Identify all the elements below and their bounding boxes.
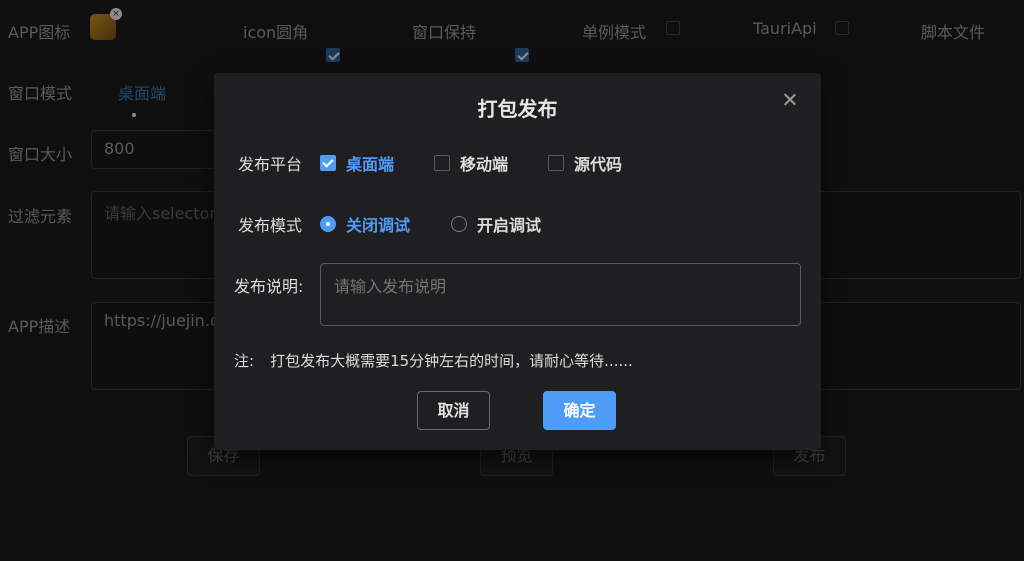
confirm-button[interactable]: 确定	[543, 391, 616, 430]
radio-checked-icon[interactable]	[320, 216, 336, 232]
mode-option-debug-on[interactable]: 开启调试	[451, 212, 541, 236]
mode-option-debug-off[interactable]: 关闭调试	[320, 212, 410, 236]
platform-option-label: 源代码	[574, 155, 623, 174]
desc-label: 发布说明:	[234, 277, 304, 296]
platform-label: 发布平台	[238, 155, 303, 174]
platform-option-label: 桌面端	[346, 155, 395, 174]
mode-option-label: 开启调试	[477, 216, 542, 235]
checkbox-icon[interactable]	[434, 155, 450, 171]
close-icon[interactable]	[780, 90, 800, 110]
platform-option-label: 移动端	[460, 155, 509, 174]
note-text: 注: 打包发布大概需要15分钟左右的时间，请耐心等待......	[234, 350, 633, 371]
mode-label: 发布模式	[238, 216, 303, 235]
checkbox-checked-icon[interactable]	[320, 155, 336, 171]
mode-option-label: 关闭调试	[346, 216, 411, 235]
platform-option-source[interactable]: 源代码	[548, 151, 622, 175]
note-prefix: 注:	[234, 352, 255, 370]
platform-option-desktop[interactable]: 桌面端	[320, 151, 394, 175]
platform-option-mobile[interactable]: 移动端	[434, 151, 508, 175]
radio-icon[interactable]	[451, 216, 467, 232]
dialog-title: 打包发布	[477, 97, 558, 121]
publish-dialog: 打包发布 发布平台 桌面端 移动端 源代码 发布模式 关闭调试 开启调试 发布说…	[214, 73, 821, 450]
cancel-button[interactable]: 取消	[417, 391, 490, 430]
desc-textarea[interactable]	[320, 263, 801, 326]
checkbox-icon[interactable]	[548, 155, 564, 171]
note-body: 打包发布大概需要15分钟左右的时间，请耐心等待......	[270, 352, 633, 370]
